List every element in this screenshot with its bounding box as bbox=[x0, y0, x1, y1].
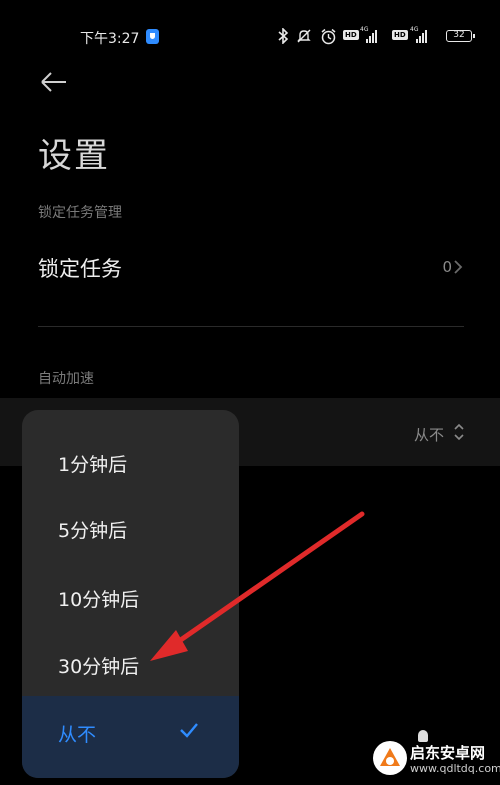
status-time: 下午3:27 bbox=[80, 31, 140, 47]
auto-accelerate-value: 从不 bbox=[414, 426, 445, 444]
up-down-chevron-icon bbox=[454, 423, 464, 441]
option-10-minutes[interactable]: 10分钟后 bbox=[22, 563, 239, 631]
hd-icon: HD bbox=[392, 30, 408, 40]
option-label: 10分钟后 bbox=[58, 589, 140, 611]
option-never[interactable]: 从不 bbox=[22, 696, 239, 778]
network-label: 4G bbox=[410, 26, 419, 33]
network-label: 4G bbox=[360, 26, 369, 33]
lock-tasks-label: 锁定任务 bbox=[38, 257, 122, 281]
hd-icon: HD bbox=[343, 30, 359, 40]
mute-icon bbox=[297, 29, 311, 43]
signal-icon: 4G bbox=[360, 26, 378, 43]
watermark-title: 启东安卓网 bbox=[410, 744, 486, 762]
decorative-shape bbox=[418, 730, 428, 742]
section-label-accel: 自动加速 bbox=[38, 371, 94, 387]
divider bbox=[38, 326, 464, 327]
option-label: 5分钟后 bbox=[58, 520, 128, 542]
watermark-url: www.qdltdq.com bbox=[410, 762, 500, 775]
signal-icon: 4G bbox=[410, 26, 428, 43]
option-label: 1分钟后 bbox=[58, 454, 128, 476]
page-title: 设置 bbox=[38, 136, 110, 176]
shield-icon bbox=[146, 29, 159, 44]
dropdown-menu: 1分钟后 5分钟后 10分钟后 30分钟后 从不 bbox=[22, 410, 239, 778]
back-arrow-icon[interactable] bbox=[38, 66, 70, 98]
option-5-minutes[interactable]: 5分钟后 bbox=[22, 494, 239, 562]
lock-tasks-count: 0 bbox=[442, 258, 452, 276]
option-1-minute[interactable]: 1分钟后 bbox=[22, 428, 239, 496]
bluetooth-icon bbox=[278, 28, 289, 44]
section-label-lock: 锁定任务管理 bbox=[38, 205, 122, 221]
checkmark-icon bbox=[180, 723, 198, 738]
watermark-logo-icon bbox=[373, 741, 407, 775]
battery-icon: 32 bbox=[446, 30, 475, 42]
alarm-icon bbox=[321, 28, 336, 45]
option-label: 从不 bbox=[58, 724, 97, 746]
option-label: 30分钟后 bbox=[58, 656, 140, 678]
chevron-right-icon bbox=[454, 260, 463, 274]
option-30-minutes[interactable]: 30分钟后 bbox=[22, 630, 239, 698]
